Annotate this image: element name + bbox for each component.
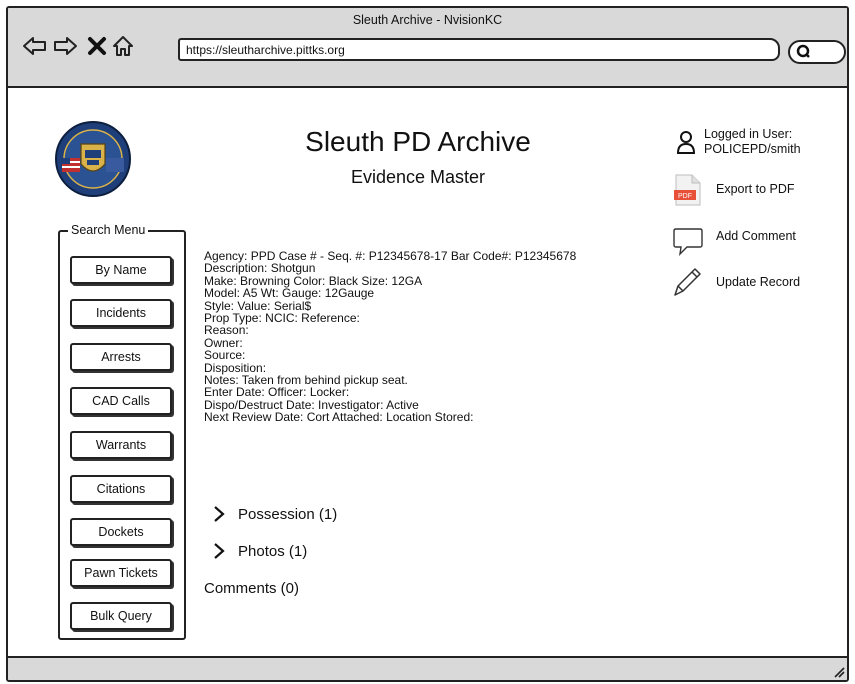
update-record-label: Update Record	[716, 275, 801, 289]
browser-window: Sleuth Archive - NvisionKC https://sleut…	[6, 6, 849, 682]
citations-button[interactable]: Citations	[70, 475, 172, 503]
user-label: Logged in User:	[704, 127, 793, 141]
record-line-description: Description: Shotgun	[204, 261, 316, 276]
comment-bubble-icon	[673, 228, 703, 256]
pdf-badge-text: PDF	[678, 193, 692, 200]
record-line-next-review: Next Review Date: Cort Attached: Locatio…	[204, 410, 474, 425]
browser-statusbar	[8, 656, 847, 680]
resize-grip-icon[interactable]	[831, 664, 845, 678]
dockets-button[interactable]: Dockets	[70, 518, 172, 546]
search-menu: Search Menu By Name Incidents Arrests CA…	[58, 223, 186, 640]
incidents-button[interactable]: Incidents	[70, 299, 172, 327]
cad-calls-button[interactable]: CAD Calls	[70, 387, 172, 415]
bulk-query-button[interactable]: Bulk Query	[70, 602, 172, 630]
export-pdf-action[interactable]: PDF Export to PDF	[670, 173, 845, 207]
address-bar[interactable]: https://sleutharchive.pittks.org	[178, 38, 780, 61]
possession-section-toggle[interactable]: Possession (1)	[208, 503, 337, 525]
home-icon[interactable]	[110, 34, 136, 58]
add-comment-label: Add Comment	[716, 229, 796, 243]
update-record-action[interactable]: Update Record	[670, 264, 845, 298]
pdf-file-icon: PDF	[674, 174, 701, 206]
by-name-button[interactable]: By Name	[70, 256, 172, 284]
window-title: Sleuth Archive - NvisionKC	[352, 13, 503, 27]
evidence-record-details: Agency: PPD Case # - Seq. #: P12345678-1…	[204, 250, 664, 424]
record-line-source: Source:	[204, 348, 246, 363]
search-menu-legend: Search Menu	[68, 223, 149, 237]
chevron-right-icon	[214, 506, 225, 522]
stop-x-icon[interactable]	[84, 34, 110, 58]
page-subtitle: Evidence Master	[350, 167, 486, 187]
photos-label: Photos (1)	[238, 542, 308, 560]
logged-in-user: Logged in User: POLICEPD/smith	[676, 127, 846, 163]
add-comment-action[interactable]: Add Comment	[670, 223, 845, 257]
warrants-button[interactable]: Warrants	[70, 431, 172, 459]
chevron-right-icon	[214, 543, 225, 559]
forward-arrow-icon[interactable]	[52, 34, 78, 58]
user-icon	[676, 131, 696, 154]
browser-titlebar: Sleuth Archive - NvisionKC https://sleut…	[8, 8, 847, 88]
record-line-model: Model: A5 Wt: Gauge: 12Gauge	[204, 286, 375, 301]
comments-heading: Comments (0)	[204, 580, 300, 597]
record-line-reason: Reason:	[204, 323, 249, 338]
arrests-button[interactable]: Arrests	[70, 343, 172, 371]
record-line-enter-date: Enter Date: Officer: Locker:	[204, 385, 350, 400]
photos-section-toggle[interactable]: Photos (1)	[208, 540, 307, 562]
search-icon	[796, 44, 810, 58]
back-arrow-icon[interactable]	[22, 34, 48, 58]
pencil-icon	[674, 268, 701, 296]
pawn-tickets-button[interactable]: Pawn Tickets	[70, 559, 172, 587]
export-pdf-label: Export to PDF	[716, 182, 795, 196]
page-content: Sleuth PD Archive Evidence Master Logged…	[8, 90, 847, 650]
page-title: Sleuth PD Archive	[305, 126, 531, 157]
browser-search-button[interactable]	[788, 40, 846, 64]
possession-label: Possession (1)	[238, 505, 338, 523]
police-badge-logo	[55, 121, 131, 197]
record-line-prop-type: Prop Type: NCIC: Reference:	[204, 311, 360, 326]
record-line-owner: Owner:	[204, 335, 243, 350]
user-name: POLICEPD/smith	[704, 142, 801, 156]
